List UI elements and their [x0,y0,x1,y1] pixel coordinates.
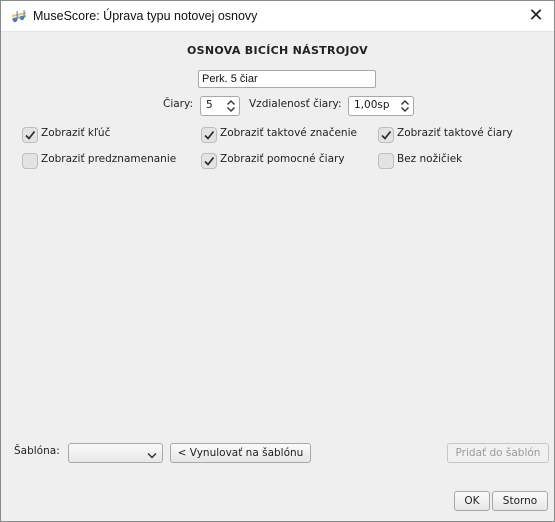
spin-arrows-icon[interactable] [400,98,410,114]
cancel-button[interactable]: Storno [492,491,548,511]
line-spacing-label: Vzdialenosť čiary: [249,98,342,110]
template-select[interactable] [68,443,163,463]
show-time-signature-label: Zobraziť taktové značenie [220,127,357,139]
staff-type-dialog: MuseScore: Úprava typu notovej osnovy ✕ … [0,0,555,522]
spin-arrows-icon[interactable] [226,98,236,114]
line-spacing-value: 1,00sp [354,99,390,111]
staff-type-name-input[interactable] [198,70,376,88]
show-clef-checkbox[interactable] [22,127,38,143]
stemless-label: Bez nožičiek [397,153,463,165]
show-clef-label: Zobraziť kľúč [41,127,111,139]
show-key-signature-checkbox[interactable] [22,153,38,169]
show-barlines-label: Zobraziť taktové čiary [397,127,513,139]
add-to-templates-button[interactable]: Pridať do šablón [447,443,549,463]
show-barlines-checkbox[interactable] [378,127,394,143]
show-ledger-lines-checkbox[interactable] [201,153,217,169]
title-bar[interactable]: MuseScore: Úprava typu notovej osnovy ✕ [1,1,554,32]
stemless-checkbox[interactable] [378,153,394,169]
lines-label: Čiary: [163,98,193,110]
staff-type-heading: OSNOVA BICÍCH NÁSTROJOV [187,44,368,57]
line-spacing-spinbox[interactable]: 1,00sp [348,96,414,116]
ok-button[interactable]: OK [454,491,490,511]
show-ledger-lines-label: Zobraziť pomocné čiary [220,153,345,165]
close-icon: ✕ [528,5,544,26]
close-button[interactable]: ✕ [518,1,554,31]
reset-to-template-button[interactable]: < Vynulovať na šablónu [170,443,311,463]
lines-spinbox[interactable]: 5 [200,96,240,116]
window-title: MuseScore: Úprava typu notovej osnovy [33,9,258,23]
show-time-signature-checkbox[interactable] [201,127,217,143]
show-key-signature-label: Zobraziť predznamenanie [41,153,177,165]
template-label: Šablóna: [14,445,60,457]
musescore-app-icon [11,9,27,23]
lines-value: 5 [206,99,213,111]
chevron-down-icon [147,449,157,462]
